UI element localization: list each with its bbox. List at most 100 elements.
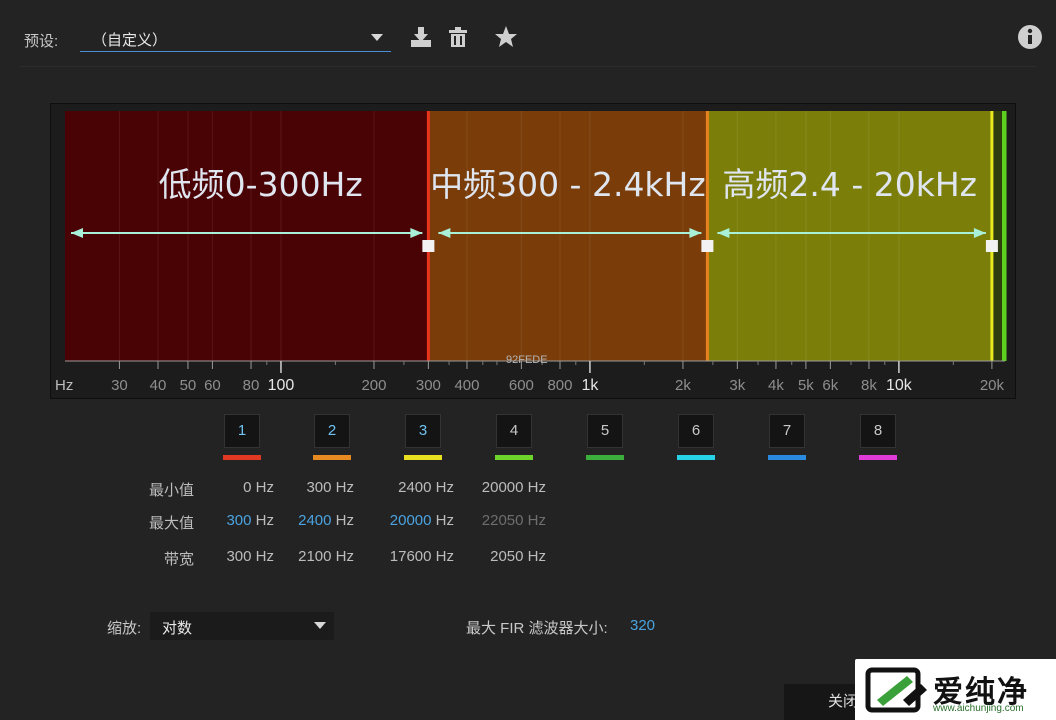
scale-label: 缩放: [107,620,142,637]
x-tick-label: 3k [729,377,745,394]
band-button-4[interactable]: 4 [495,414,533,460]
bandwidth-cell-unit: Hz [331,548,354,565]
bandwidth-cell: 2100 Hz [270,548,354,565]
min-row-label: 最小值 [148,482,194,499]
star-icon[interactable] [493,24,519,50]
bandwidth-row-label: 带宽 [163,551,194,568]
fir-value-input[interactable]: 320 [630,617,655,634]
band-color-swatch [404,455,442,460]
high-band-annotation: 高频2.4 - 20kHz [722,165,977,204]
x-tick-label: 8k [861,377,877,394]
min-cell: 20000 Hz [462,479,546,496]
band-button-1[interactable]: 1 [223,414,261,460]
band-region-2 [428,111,708,361]
band-button-label: 7 [769,414,805,448]
bandwidth-cell-value: 17600 [389,548,432,565]
mid-band-annotation: 中频300 - 2.4kHz [430,165,706,204]
x-tick-label: 40 [150,377,167,394]
bandwidth-cell-value: 2100 [298,548,332,565]
band-button-label: 2 [314,414,350,448]
x-tick-label-major: 1k [581,377,599,394]
x-tick-label: 50 [180,377,197,394]
frequency-graph[interactable]: 30 40 50 60 80 200 300 400 600 800 2k 3k 4k 5k 6k 8k 20k… [50,103,1016,399]
min-cell-value: 0 [243,479,252,496]
trash-icon[interactable] [445,24,471,50]
x-tick-label: 30 [111,377,128,394]
max-cell-value: 22050 [481,512,524,529]
band-color-swatch [313,455,351,460]
chevron-down-icon [371,34,383,41]
band-button-7[interactable]: 7 [768,414,806,460]
x-tick-label: 2k [675,377,691,394]
bandwidth-cell: 2050 Hz [462,548,546,565]
band-split-graph[interactable]: 30 40 50 60 80 200 300 400 600 800 2k 3k 4k 5k 6k 8k 20k… [51,104,1017,400]
crossover-handle-3[interactable] [985,240,998,252]
min-cell-value: 300 [306,479,332,496]
min-cell-value: 20000 [481,479,524,496]
max-cell[interactable]: 300 Hz [190,512,274,529]
band-region-3 [707,111,992,361]
band-button-label: 3 [405,414,441,448]
min-cell: 2400 Hz [370,479,454,496]
watermark-url: www.aichunjing.com [933,703,1024,714]
x-tick-label: 60 [204,377,221,394]
band-color-swatch [768,455,806,460]
scale-dropdown[interactable]: 对数 [150,612,334,640]
band-button-label: 8 [860,414,896,448]
x-tick-label: 400 [454,377,479,394]
max-cell-unit: Hz [331,512,354,529]
scale-value: 对数 [162,620,193,637]
min-cell: 300 Hz [270,479,354,496]
band-button-label: 5 [587,414,623,448]
max-cell-value[interactable]: 2400 [298,512,331,529]
band-button-label: 6 [678,414,714,448]
x-tick-label: 4k [768,377,784,394]
min-cell-unit: Hz [331,479,354,496]
preset-value: （自定义） [92,32,168,49]
band-button-2[interactable]: 2 [313,414,351,460]
x-tick-label-major: 10k [886,377,913,394]
max-row-label: 最大值 [148,515,194,532]
max-cell-unit: Hz [431,512,454,529]
band-button-label: 1 [224,414,260,448]
max-cell-unit: Hz [523,512,546,529]
bandwidth-cell-value: 300 [226,548,252,565]
watermark-logo: 爱纯净 www.aichunjing.com [855,659,1056,720]
x-tick-label: 20k [980,377,1005,394]
crossover-handle-1[interactable] [422,240,435,252]
band-button-8[interactable]: 8 [859,414,897,460]
x-tick-label: 300 [416,377,441,394]
bandwidth-cell-unit: Hz [431,548,454,565]
header-divider [20,66,1036,67]
low-band-annotation: 低频0-300Hz [159,165,363,204]
band-color-swatch [586,455,624,460]
fir-label: 最大 FIR 滤波器大小: [466,620,608,637]
preset-dropdown[interactable]: （自定义） [80,24,391,52]
band-button-6[interactable]: 6 [677,414,715,460]
min-cell-unit: Hz [431,479,454,496]
band-button-label: 4 [496,414,532,448]
max-cell[interactable]: 2400 Hz [270,512,354,529]
band-button-5[interactable]: 5 [586,414,624,460]
bandwidth-cell: 300 Hz [190,548,274,565]
x-tick-label-major: 100 [268,377,295,394]
info-icon[interactable] [1017,24,1043,50]
x-tick-label: 800 [547,377,572,394]
x-tick-label: 600 [509,377,534,394]
x-tick-label: 80 [243,377,260,394]
chevron-down-icon [314,622,326,629]
bandwidth-cell-value: 2050 [490,548,524,565]
max-cell-value[interactable]: 20000 [390,512,432,529]
download-icon[interactable] [408,24,434,50]
min-cell: 0 Hz [190,479,274,496]
min-cell-value: 2400 [398,479,432,496]
max-cell-value[interactable]: 300 [226,512,251,529]
max-cell[interactable]: 20000 Hz [370,512,454,529]
logo-icon [865,667,927,713]
x-axis-unit-label: Hz [55,377,73,394]
band-color-swatch [859,455,897,460]
bandwidth-cell-unit: Hz [523,548,546,565]
x-tick-label: 200 [361,377,386,394]
band-button-3[interactable]: 3 [404,414,442,460]
crossover-handle-2[interactable] [701,240,714,252]
